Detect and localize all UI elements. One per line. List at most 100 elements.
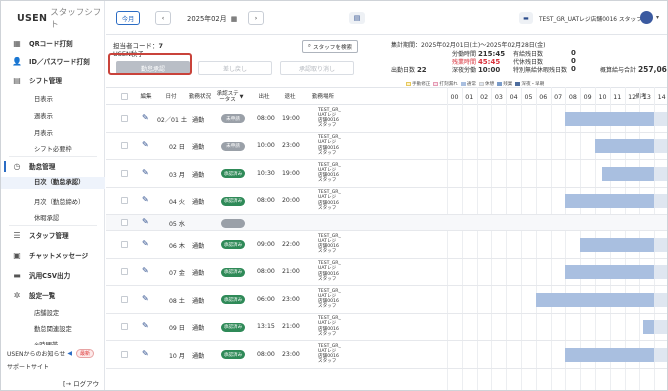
shift-bar[interactable] (643, 320, 667, 335)
row-checkbox[interactable] (121, 350, 128, 358)
shift-bar[interactable] (565, 265, 667, 280)
row-checkbox[interactable] (121, 268, 128, 276)
table-row[interactable]: ✎ 09 日通勤 承認済み 13:15 21:00 TEST_GR_ UATレジ 店舗0016… (106, 314, 667, 341)
table-row[interactable]: ✎ 04 火通勤 承認済み 08:00 20:00 TEST_GR_ UATレジ 店舗0016… (106, 188, 667, 215)
shift-bar[interactable] (602, 166, 667, 181)
night-hours-label: 深夜労働 (452, 67, 477, 74)
salary-total: 概算給与合計 257,064 (600, 65, 667, 74)
place-cell: TEST_GR_ UATレジ 店舗0016 スタッフ (318, 261, 341, 282)
sidebar-item-time-zone[interactable]: ※時間帯 (1, 340, 105, 345)
chevron-down-icon[interactable]: ▾ (656, 14, 659, 21)
sidebar-item-leave-approval[interactable]: 休暇承認 (1, 213, 105, 222)
approval-status-badge: 未申請 (221, 114, 245, 124)
logout-button[interactable]: [→ ログアウト (63, 378, 104, 390)
search-staff-button[interactable]: ⌕ スタッフを検索 (302, 40, 358, 53)
message-button[interactable]: ▬ (519, 12, 533, 24)
clock-out-cell: 19:00 (282, 169, 300, 177)
sidebar-item-day-view[interactable]: 日表示 (1, 94, 105, 103)
special-leave-label: 特別無給休暇残日数 (513, 67, 568, 74)
shift-bar[interactable] (535, 292, 667, 307)
col-approval-label: 承認ステータス (216, 91, 239, 103)
edit-pencil-icon[interactable]: ✎ (142, 140, 149, 149)
brand-name: USEN (17, 12, 48, 24)
hour-label: 05 (524, 93, 533, 101)
sidebar-item-label: 勤怠管理 (29, 163, 56, 171)
row-checkbox[interactable] (121, 240, 128, 248)
edit-pencil-icon[interactable]: ✎ (142, 294, 149, 303)
place-cell: TEST_GR_ UATレジ 店舗0016 スタッフ (318, 289, 341, 310)
edit-pencil-icon[interactable]: ✎ (142, 266, 149, 275)
row-checkbox[interactable] (121, 114, 128, 122)
row-checkbox[interactable] (121, 142, 128, 150)
table-row[interactable]: ✎ 07 金通勤 承認済み 08:00 21:00 TEST_GR_ UATレジ 店舗0016… (106, 259, 667, 286)
table-row[interactable]: ✎ 08 土通勤 承認済み 06:00 23:00 TEST_GR_ UATレジ 店舗0016… (106, 286, 667, 314)
sidebar-item-attendance-settings[interactable]: 勤怠関連設定 (1, 324, 105, 333)
filter-icon[interactable]: ▼ (240, 94, 244, 100)
col-edit: 編集 (140, 94, 152, 100)
cancel-approval-button[interactable]: 承認取り消し (280, 61, 354, 75)
avatar[interactable] (640, 11, 653, 24)
table-row[interactable]: ✎ 05 水 (106, 215, 667, 231)
break-segment (654, 347, 667, 362)
return-button[interactable]: 差し戻し (198, 61, 272, 75)
sidebar-item-attendance[interactable]: ◷ 勤怠管理 (1, 160, 105, 172)
sidebar-item-settings[interactable]: ✲ 設定一覧 (1, 289, 105, 301)
gear-icon: ✲ (13, 290, 21, 300)
date-cell: 09 日 (168, 325, 185, 333)
table-row[interactable]: ✎ 02／01 土通勤 未申請 08:00 19:00 TEST_GR_ UATレジ 店舗00… (106, 105, 667, 133)
sidebar-item-label: 設定一覧 (29, 292, 56, 300)
sidebar-item-qr[interactable]: ▦ QRコード打刻 (1, 37, 105, 49)
date-cell: 07 金 (168, 270, 185, 278)
clock-check-icon: ◷ (13, 161, 21, 171)
notice-link[interactable]: USENからのお知らせ ◀ 最新 (7, 349, 95, 358)
table-row[interactable]: ✎ 02 日通勤 未申請 10:00 23:00 TEST_GR_ UATレジ 店舗0016 ス… (106, 133, 667, 160)
col-approval[interactable]: 承認ステータス ▼ (216, 88, 250, 106)
shift-bar[interactable] (565, 111, 667, 126)
sidebar-item-daily-approval[interactable]: 日次（勤怠承認） (1, 177, 105, 189)
row-checkbox[interactable] (121, 169, 128, 177)
csv-icon: ▬ (13, 270, 21, 280)
edit-pencil-icon[interactable]: ✎ (142, 239, 149, 248)
edit-pencil-icon[interactable]: ✎ (142, 321, 149, 330)
row-checkbox[interactable] (121, 323, 128, 331)
sidebar-item-shift-slots[interactable]: シフト必要枠 (1, 144, 105, 153)
prev-month-button[interactable]: ‹ (155, 11, 171, 25)
row-checkbox[interactable] (121, 295, 128, 303)
new-badge: 最新 (76, 349, 95, 358)
sidebar-item-csv[interactable]: ▬ 汎用CSV出力 (1, 269, 105, 281)
clock-out-cell: 21:00 (282, 268, 300, 276)
next-month-button[interactable]: › (248, 11, 264, 25)
table-row[interactable]: ✎ 06 木通勤 承認済み 09:00 22:00 TEST_GR_ UATレジ 店舗0016… (106, 231, 667, 259)
edit-pencil-icon[interactable]: ✎ (142, 349, 149, 358)
sidebar-item-chat[interactable]: ▣ チャットメッセージ (1, 249, 105, 261)
select-all-checkbox[interactable] (121, 93, 128, 100)
shift-bar[interactable] (580, 237, 667, 252)
brand-logo[interactable]: USEN スタッフシフト (1, 1, 104, 35)
edit-pencil-icon[interactable]: ✎ (142, 113, 149, 122)
shift-bar[interactable] (565, 347, 667, 362)
table-row[interactable]: ✎ 10 月通勤 承認済み 08:00 23:00 TEST_GR_ UATレジ 店舗0016… (106, 341, 667, 369)
this-month-button[interactable]: 今月 (116, 11, 140, 25)
table-row[interactable]: ✎ 03 月通勤 承認済み 10:30 19:00 TEST_GR_ UATレジ 店舗0016… (106, 160, 667, 188)
shift-bar[interactable] (565, 194, 667, 209)
list-view-toggle[interactable]: ▤ (349, 12, 365, 24)
sidebar-item-store-settings[interactable]: 店舗設定 (1, 308, 105, 317)
row-checkbox[interactable] (121, 197, 128, 205)
month-picker[interactable]: 2025年02月 ▦ (187, 13, 237, 23)
sidebar-item-shift[interactable]: ▤ シフト管理 (1, 74, 105, 86)
date-cell: 02／01 土 (157, 116, 188, 124)
brand-suffix: スタッフシフト (50, 8, 102, 30)
row-checkbox[interactable] (121, 219, 128, 226)
approve-button-highlight (108, 53, 192, 75)
sidebar-item-monthly-close[interactable]: 月次（勤怠締め） (1, 197, 105, 206)
edit-pencil-icon[interactable]: ✎ (142, 217, 149, 226)
date-cell: 03 月 (168, 171, 185, 179)
support-link[interactable]: サポートサイト (7, 362, 49, 371)
sidebar-item-week-view[interactable]: 週表示 (1, 111, 105, 120)
shift-bar[interactable] (595, 139, 667, 154)
sidebar-item-month-view[interactable]: 月表示 (1, 128, 105, 137)
sidebar-item-idpw[interactable]: 👤 ID／パスワード打刻 (1, 55, 105, 67)
edit-pencil-icon[interactable]: ✎ (142, 195, 149, 204)
edit-pencil-icon[interactable]: ✎ (142, 168, 149, 177)
sidebar-item-staff[interactable]: ☰ スタッフ管理 (1, 229, 105, 241)
